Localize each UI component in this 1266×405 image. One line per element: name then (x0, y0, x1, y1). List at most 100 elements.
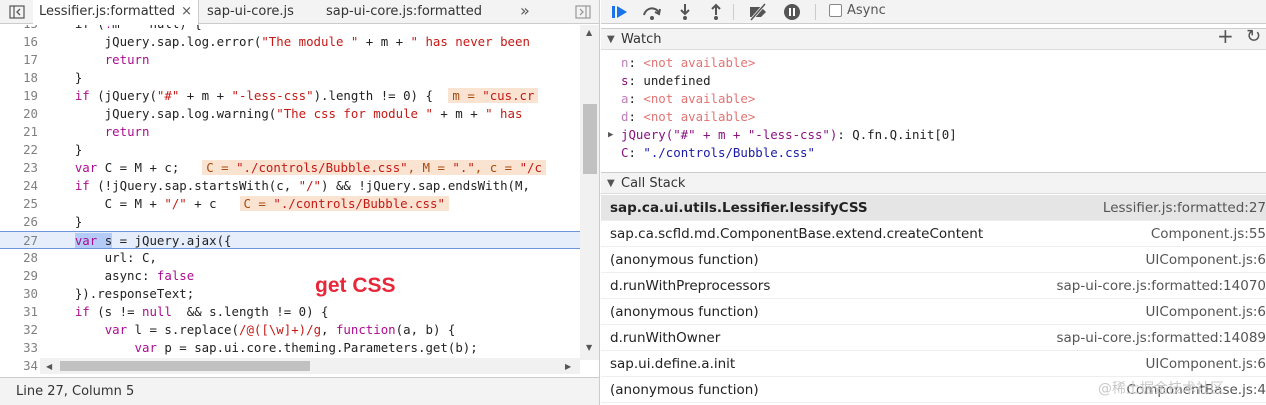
call-frame[interactable]: sap.ca.scfld.md.ComponentBase.extend.cre… (601, 221, 1266, 247)
debugger-toolbar: Async (601, 0, 1266, 24)
line-number[interactable]: 30 (0, 285, 38, 303)
watch-separator: : (628, 109, 644, 124)
watch-expression[interactable]: s: undefined (621, 72, 711, 90)
toggle-debugger-icon[interactable] (574, 3, 592, 21)
call-frame-function: (anonymous function) (610, 252, 759, 268)
call-frame-function: sap.ca.ui.utils.Lessifier.lessifyCSS (610, 200, 868, 216)
line-number[interactable]: 24 (0, 177, 38, 195)
line-number[interactable]: 23 (0, 159, 38, 177)
code-line: 28 url: C, (0, 249, 580, 267)
source-panel: Lessifier.js:formatted × sap-ui-core.js sap… (0, 0, 600, 405)
code-line: 23 var C = M + c; C = "./controls/Bubble… (0, 159, 580, 177)
line-number[interactable]: 25 (0, 195, 38, 213)
line-number[interactable]: 22 (0, 141, 38, 159)
call-frame-location[interactable]: sap-ui-core.js:formatted:14070 (1057, 273, 1266, 299)
tab-label: Lessifier.js:formatted (39, 4, 176, 19)
toggle-navigator-icon[interactable] (8, 3, 26, 21)
call-frame-function: d.runWithOwner (610, 330, 721, 346)
toolbar-divider (733, 4, 734, 20)
watch-expression[interactable]: a: <not available> (621, 90, 755, 108)
line-number[interactable]: 21 (0, 123, 38, 141)
call-frame-location[interactable]: sap-ui-core.js:formatted:14089 (1057, 325, 1266, 351)
watch-separator: : (628, 55, 644, 70)
watch-expression[interactable]: d: <not available> (621, 108, 755, 126)
call-frame-location[interactable]: UIComponent.js:6 (1146, 247, 1266, 273)
code-text: jQuery.sap.log.error("The module " + m +… (45, 34, 530, 49)
expand-triangle-icon[interactable]: ▶ (608, 126, 613, 144)
line-number[interactable]: 32 (0, 321, 38, 339)
cursor-position-status: Line 27, Column 5 (0, 377, 599, 405)
tab-label: sap-ui-core.js (207, 4, 294, 19)
call-frame[interactable]: d.runWithPreprocessors sap-ui-core.js:for… (601, 273, 1266, 299)
line-number[interactable]: 20 (0, 105, 38, 123)
code-text: }).responseText; (45, 286, 195, 301)
close-tab-icon[interactable]: × (181, 4, 192, 19)
watch-expression[interactable]: n: <not available> (621, 54, 755, 72)
line-number[interactable]: 34 (0, 357, 38, 375)
call-frame-location[interactable]: Component.js:55 (1151, 221, 1266, 247)
call-frame[interactable]: (anonymous function) UIComponent.js:6 (601, 299, 1266, 325)
vertical-scroll-thumb[interactable] (583, 104, 597, 174)
line-number[interactable]: 18 (0, 69, 38, 87)
source-tab[interactable]: Lessifier.js:formatted × (33, 0, 200, 25)
call-frame-function: (anonymous function) (610, 382, 759, 398)
debugger-sidebar: Async ▼ Watch + ↻ n: <not available> s: u… (601, 0, 1266, 405)
call-frame-function: sap.ui.define.a.init (610, 356, 736, 372)
line-number[interactable]: 29 (0, 267, 38, 285)
code-text: if (jQuery("#" + m + "-less-css").length… (45, 87, 539, 105)
pause-on-exceptions-icon[interactable] (781, 2, 803, 22)
line-number[interactable]: 26 (0, 213, 38, 231)
scroll-down-icon[interactable]: ▼ (586, 343, 592, 352)
line-number[interactable]: 28 (0, 249, 38, 267)
line-number[interactable]: 16 (0, 33, 38, 51)
watch-expression[interactable]: C: "./controls/Bubble.css" (621, 144, 815, 162)
call-frame-location[interactable]: UIComponent.js:6 (1146, 351, 1266, 377)
code-text: var l = s.replace(/@([\w]+)/g, function(… (104, 322, 456, 337)
code-editor[interactable]: 15 if (!m null) {16 jQuery.sap.log.error… (0, 25, 599, 377)
annotation-label: get CSS (315, 274, 396, 297)
step-over-icon[interactable] (641, 2, 663, 22)
code-line: 15 if (!m null) { (0, 25, 580, 33)
source-tab[interactable]: sap-ui-core.js (201, 0, 300, 24)
resume-icon[interactable] (609, 2, 631, 22)
horizontal-scroll-thumb[interactable] (60, 361, 310, 371)
step-into-icon[interactable] (674, 2, 696, 22)
vertical-scrollbar[interactable] (580, 25, 599, 360)
refresh-watch-icon[interactable]: ↻ (1246, 26, 1261, 47)
watch-value: undefined (643, 73, 711, 88)
line-number[interactable]: 19 (0, 87, 38, 105)
async-checkbox[interactable]: Async (829, 3, 886, 18)
call-frame-location[interactable]: Lessifier.js:formatted:27 (1103, 195, 1266, 221)
call-frame[interactable]: d.runWithOwner sap-ui-core.js:formatted:1… (601, 325, 1266, 351)
line-number[interactable]: 27 (0, 232, 38, 250)
source-tab[interactable]: sap-ui-core.js:formatted (320, 0, 488, 24)
scroll-right-icon[interactable]: ▶ (565, 362, 571, 371)
scroll-up-icon[interactable]: ▲ (586, 28, 592, 37)
line-number[interactable]: 31 (0, 303, 38, 321)
more-tabs-icon[interactable]: » (520, 1, 530, 20)
watch-separator: : (628, 145, 644, 160)
line-number[interactable]: 33 (0, 339, 38, 357)
step-out-icon[interactable] (705, 2, 727, 22)
call-frame-function: d.runWithPreprocessors (610, 278, 771, 294)
async-checkbox-box[interactable] (829, 4, 842, 17)
current-code-line: 27 var s = jQuery.ajax({ (0, 231, 580, 249)
line-number[interactable]: 15 (0, 25, 38, 33)
call-frame[interactable]: sap.ca.ui.utils.Lessifier.lessifyCSS Less… (601, 195, 1266, 221)
add-watch-icon[interactable]: + (1217, 26, 1234, 47)
source-tab-bar: Lessifier.js:formatted × sap-ui-core.js sap… (0, 0, 599, 25)
deactivate-breakpoints-icon[interactable] (747, 2, 769, 22)
code-line: 29 async: false (0, 267, 580, 285)
call-frame-location[interactable]: UIComponent.js:6 (1146, 299, 1266, 325)
call-frame[interactable]: (anonymous function) UIComponent.js:6 (601, 247, 1266, 273)
scroll-left-icon[interactable]: ◀ (46, 362, 52, 371)
watch-value: Q.fn.Q.init[0] (852, 127, 957, 142)
call-frame[interactable]: sap.ui.define.a.init UIComponent.js:6 (601, 351, 1266, 377)
watch-separator: : (628, 73, 644, 88)
watch-value: <not available> (643, 91, 756, 106)
watch-expression[interactable]: ▶ jQuery("#" + m + "-less-css"): Q.fn.Q.i… (608, 126, 957, 144)
watermark: @稀土掘金技术社区 (1098, 381, 1224, 397)
line-number[interactable]: 17 (0, 51, 38, 69)
call-stack-section-header[interactable]: ▼ Call Stack (601, 172, 1266, 194)
watch-section-header[interactable]: ▼ Watch + ↻ (601, 26, 1266, 50)
